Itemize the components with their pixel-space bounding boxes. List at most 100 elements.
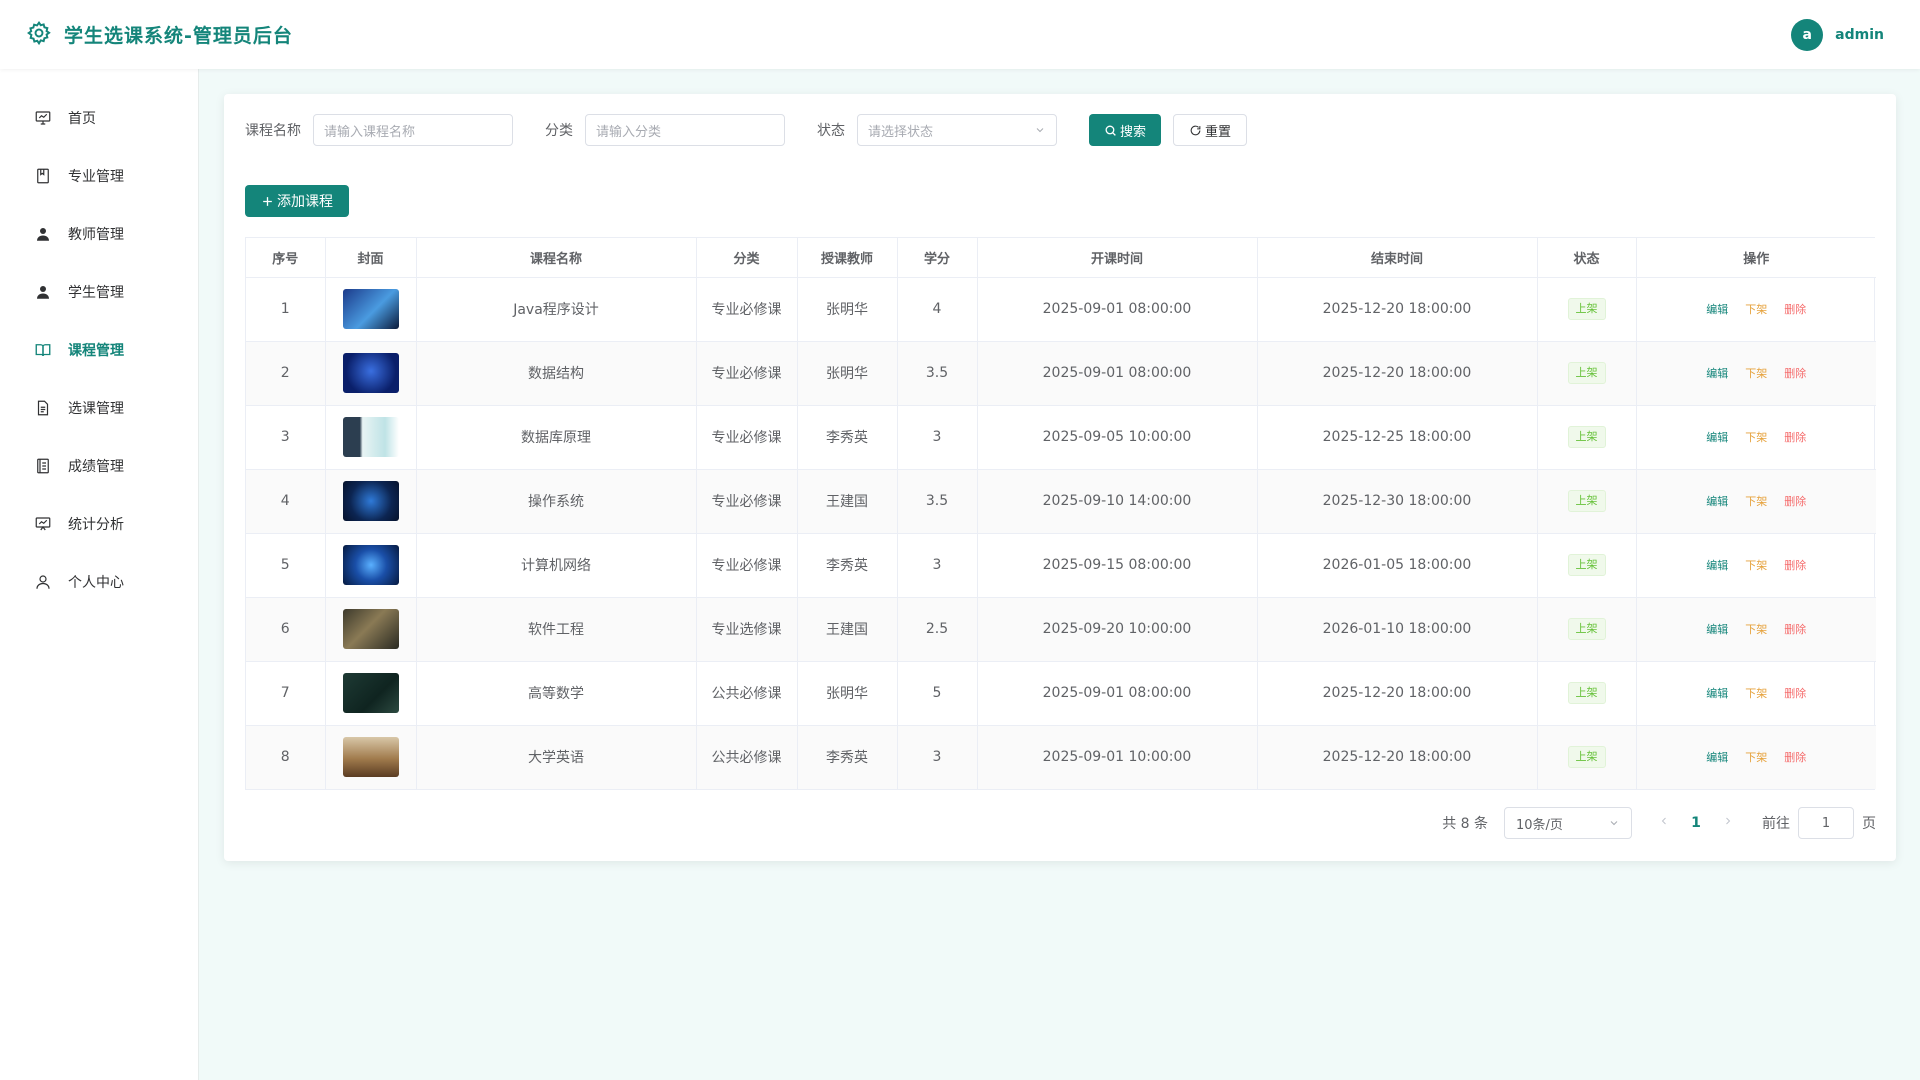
- delete-button[interactable]: 删除: [1784, 621, 1806, 637]
- sidebar-item-home[interactable]: 首页: [0, 89, 198, 147]
- course-cover-image: [342, 481, 399, 521]
- cell-start: 2025-09-01 08:00:00: [977, 341, 1258, 406]
- sidebar-item-statistics[interactable]: 统计分析: [0, 495, 198, 553]
- edit-button[interactable]: 编辑: [1706, 365, 1728, 381]
- delete-button[interactable]: 删除: [1784, 301, 1806, 317]
- status-badge: 上架: [1567, 746, 1606, 769]
- cell-no: 5: [246, 533, 326, 598]
- sidebar-item-label: 教师管理: [68, 227, 124, 243]
- chevron-left-icon: [1661, 817, 1666, 825]
- delete-button[interactable]: 删除: [1784, 685, 1806, 701]
- off-shelf-button[interactable]: 下架: [1745, 301, 1767, 317]
- sidebar-item-majors[interactable]: 专业管理: [0, 147, 198, 205]
- cell-start: 2025-09-15 08:00:00: [977, 533, 1258, 598]
- cell-category: 专业选修课: [696, 597, 798, 662]
- cell-teacher: 王建国: [797, 597, 898, 662]
- cell-category: 专业必修课: [696, 533, 798, 598]
- off-shelf-button[interactable]: 下架: [1745, 493, 1767, 509]
- sidebar-item-teachers[interactable]: 教师管理: [0, 205, 198, 263]
- sidebar-item-students[interactable]: 学生管理: [0, 263, 198, 321]
- page-number-current[interactable]: 1: [1680, 815, 1712, 831]
- cell-name: 计算机网络: [416, 533, 697, 598]
- cell-name: 数据库原理: [416, 405, 697, 470]
- cell-category: 公共必修课: [696, 725, 798, 789]
- cell-no: 6: [246, 597, 326, 662]
- cell-category: 专业必修课: [696, 341, 798, 406]
- edit-button[interactable]: 编辑: [1706, 557, 1728, 573]
- pagination: 共 8 条 10条/页 1 前往 1 页: [1442, 807, 1876, 839]
- sidebar-item-grades[interactable]: 成绩管理: [0, 437, 198, 495]
- cell-credit: 3: [897, 533, 978, 598]
- course-table: 序号 封面 课程名称 分类 授课教师 学分 开课时间 结束时间 状态 操作 1 …: [245, 237, 1876, 790]
- course-cover-image: [342, 673, 399, 713]
- cell-credit: 5: [897, 661, 978, 726]
- table-row: 4 操作系统 专业必修课 王建国 3.5 2025-09-10 14:00:00…: [246, 469, 1876, 534]
- app-title: 学生选课系统-管理员后台: [64, 25, 293, 47]
- course-name-input[interactable]: 请输入课程名称: [313, 114, 513, 146]
- status-badge: 上架: [1567, 490, 1606, 512]
- cell-teacher: 李秀英: [797, 405, 898, 470]
- cell-no: 4: [246, 469, 326, 534]
- off-shelf-button[interactable]: 下架: [1745, 749, 1767, 765]
- table-header-row: 序号 封面 课程名称 分类 授课教师 学分 开课时间 结束时间 状态 操作: [246, 238, 1876, 278]
- reset-button[interactable]: 重置: [1173, 114, 1248, 146]
- status-badge: 上架: [1567, 298, 1606, 320]
- category-input[interactable]: 请输入分类: [585, 114, 785, 146]
- document-icon: [37, 400, 49, 416]
- course-management-card: 课程名称 请输入课程名称 分类 请输入分类 状态 请选择状态 搜索 重置 添加课…: [224, 94, 1896, 861]
- cell-teacher: 张明华: [797, 277, 898, 342]
- edit-button[interactable]: 编辑: [1706, 749, 1728, 765]
- course-cover-image: [342, 609, 399, 649]
- search-button[interactable]: 搜索: [1089, 114, 1162, 146]
- sidebar-item-profile[interactable]: 个人中心: [0, 553, 198, 611]
- sidebar-item-enrollment[interactable]: 选课管理: [0, 379, 198, 437]
- username[interactable]: admin: [1835, 27, 1884, 43]
- delete-button[interactable]: 删除: [1784, 557, 1806, 573]
- goto-page-input[interactable]: 1: [1798, 807, 1854, 839]
- next-page-button[interactable]: [1712, 815, 1744, 831]
- off-shelf-button[interactable]: 下架: [1745, 365, 1767, 381]
- off-shelf-button[interactable]: 下架: [1745, 685, 1767, 701]
- cell-no: 8: [246, 725, 326, 789]
- edit-button[interactable]: 编辑: [1706, 621, 1728, 637]
- column-header: 授课教师: [797, 238, 898, 278]
- cell-end: 2025-12-30 18:00:00: [1257, 469, 1538, 534]
- cell-teacher: 李秀英: [797, 533, 898, 598]
- table-row: 6 软件工程 专业选修课 王建国 2.5 2025-09-20 10:00:00…: [246, 597, 1876, 662]
- cell-no: 3: [246, 405, 326, 470]
- user-menu[interactable]: a admin: [1791, 18, 1884, 51]
- table-row: 1 Java程序设计 专业必修课 张明华 4 2025-09-01 08:00:…: [246, 277, 1876, 342]
- cell-no: 1: [246, 277, 326, 342]
- sidebar-item-courses[interactable]: 课程管理: [0, 321, 198, 379]
- status-badge: 上架: [1567, 682, 1606, 704]
- edit-button[interactable]: 编辑: [1706, 493, 1728, 509]
- edit-button[interactable]: 编辑: [1706, 429, 1728, 445]
- cell-end: 2026-01-10 18:00:00: [1257, 597, 1538, 662]
- off-shelf-button[interactable]: 下架: [1745, 621, 1767, 637]
- delete-button[interactable]: 删除: [1784, 749, 1806, 765]
- cell-credit: 4: [897, 277, 978, 342]
- status-placeholder: 请选择状态: [868, 124, 934, 140]
- category-placeholder: 请输入分类: [596, 124, 662, 140]
- off-shelf-button[interactable]: 下架: [1745, 557, 1767, 573]
- edit-button[interactable]: 编辑: [1706, 301, 1728, 317]
- add-course-label: 添加课程: [277, 194, 333, 210]
- prev-page-button[interactable]: [1648, 815, 1680, 831]
- status-badge: 上架: [1567, 618, 1606, 640]
- cell-end: 2025-12-20 18:00:00: [1257, 341, 1538, 406]
- column-header: 状态: [1537, 238, 1637, 278]
- delete-button[interactable]: 删除: [1784, 365, 1806, 381]
- delete-button[interactable]: 删除: [1784, 429, 1806, 445]
- avatar[interactable]: a: [1791, 18, 1824, 51]
- edit-button[interactable]: 编辑: [1706, 685, 1728, 701]
- chevron-right-icon: [1726, 817, 1731, 825]
- cell-start: 2025-09-01 10:00:00: [977, 725, 1258, 789]
- cell-credit: 2.5: [897, 597, 978, 662]
- delete-button[interactable]: 删除: [1784, 493, 1806, 509]
- off-shelf-button[interactable]: 下架: [1745, 429, 1767, 445]
- add-course-button[interactable]: 添加课程: [245, 185, 349, 217]
- page-size-select[interactable]: 10条/页: [1504, 807, 1632, 839]
- cell-name: 操作系统: [416, 469, 697, 534]
- status-select[interactable]: 请选择状态: [857, 114, 1057, 146]
- category-label: 分类: [545, 123, 573, 139]
